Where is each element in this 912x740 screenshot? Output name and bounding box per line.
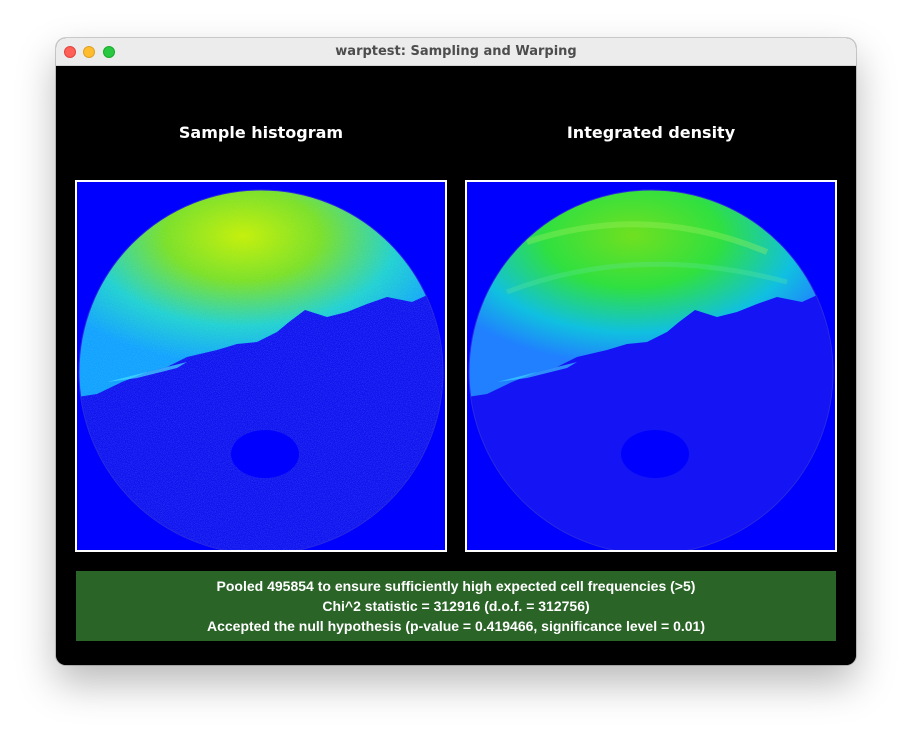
sample-histogram-title: Sample histogram <box>178 123 344 142</box>
title-bar[interactable]: warptest: Sampling and Warping <box>56 38 856 66</box>
app-window: warptest: Sampling and Warping Sample hi… <box>56 38 856 665</box>
main-canvas: Sample histogram Integrated density Pool… <box>56 66 856 665</box>
integrated-density-title: Integrated density <box>566 123 736 142</box>
integrated-density-image <box>465 180 837 552</box>
chi-square-result-panel: Pooled 495854 to ensure sufficiently hig… <box>76 571 836 641</box>
chi-square-statistic: Chi^2 statistic = 312916 (d.o.f. = 31275… <box>322 598 590 614</box>
pooling-message: Pooled 495854 to ensure sufficiently hig… <box>216 578 696 594</box>
window-title: warptest: Sampling and Warping <box>335 44 577 59</box>
sample-histogram-image <box>75 180 447 552</box>
hypothesis-result: Accepted the null hypothesis (p-value = … <box>207 618 705 634</box>
